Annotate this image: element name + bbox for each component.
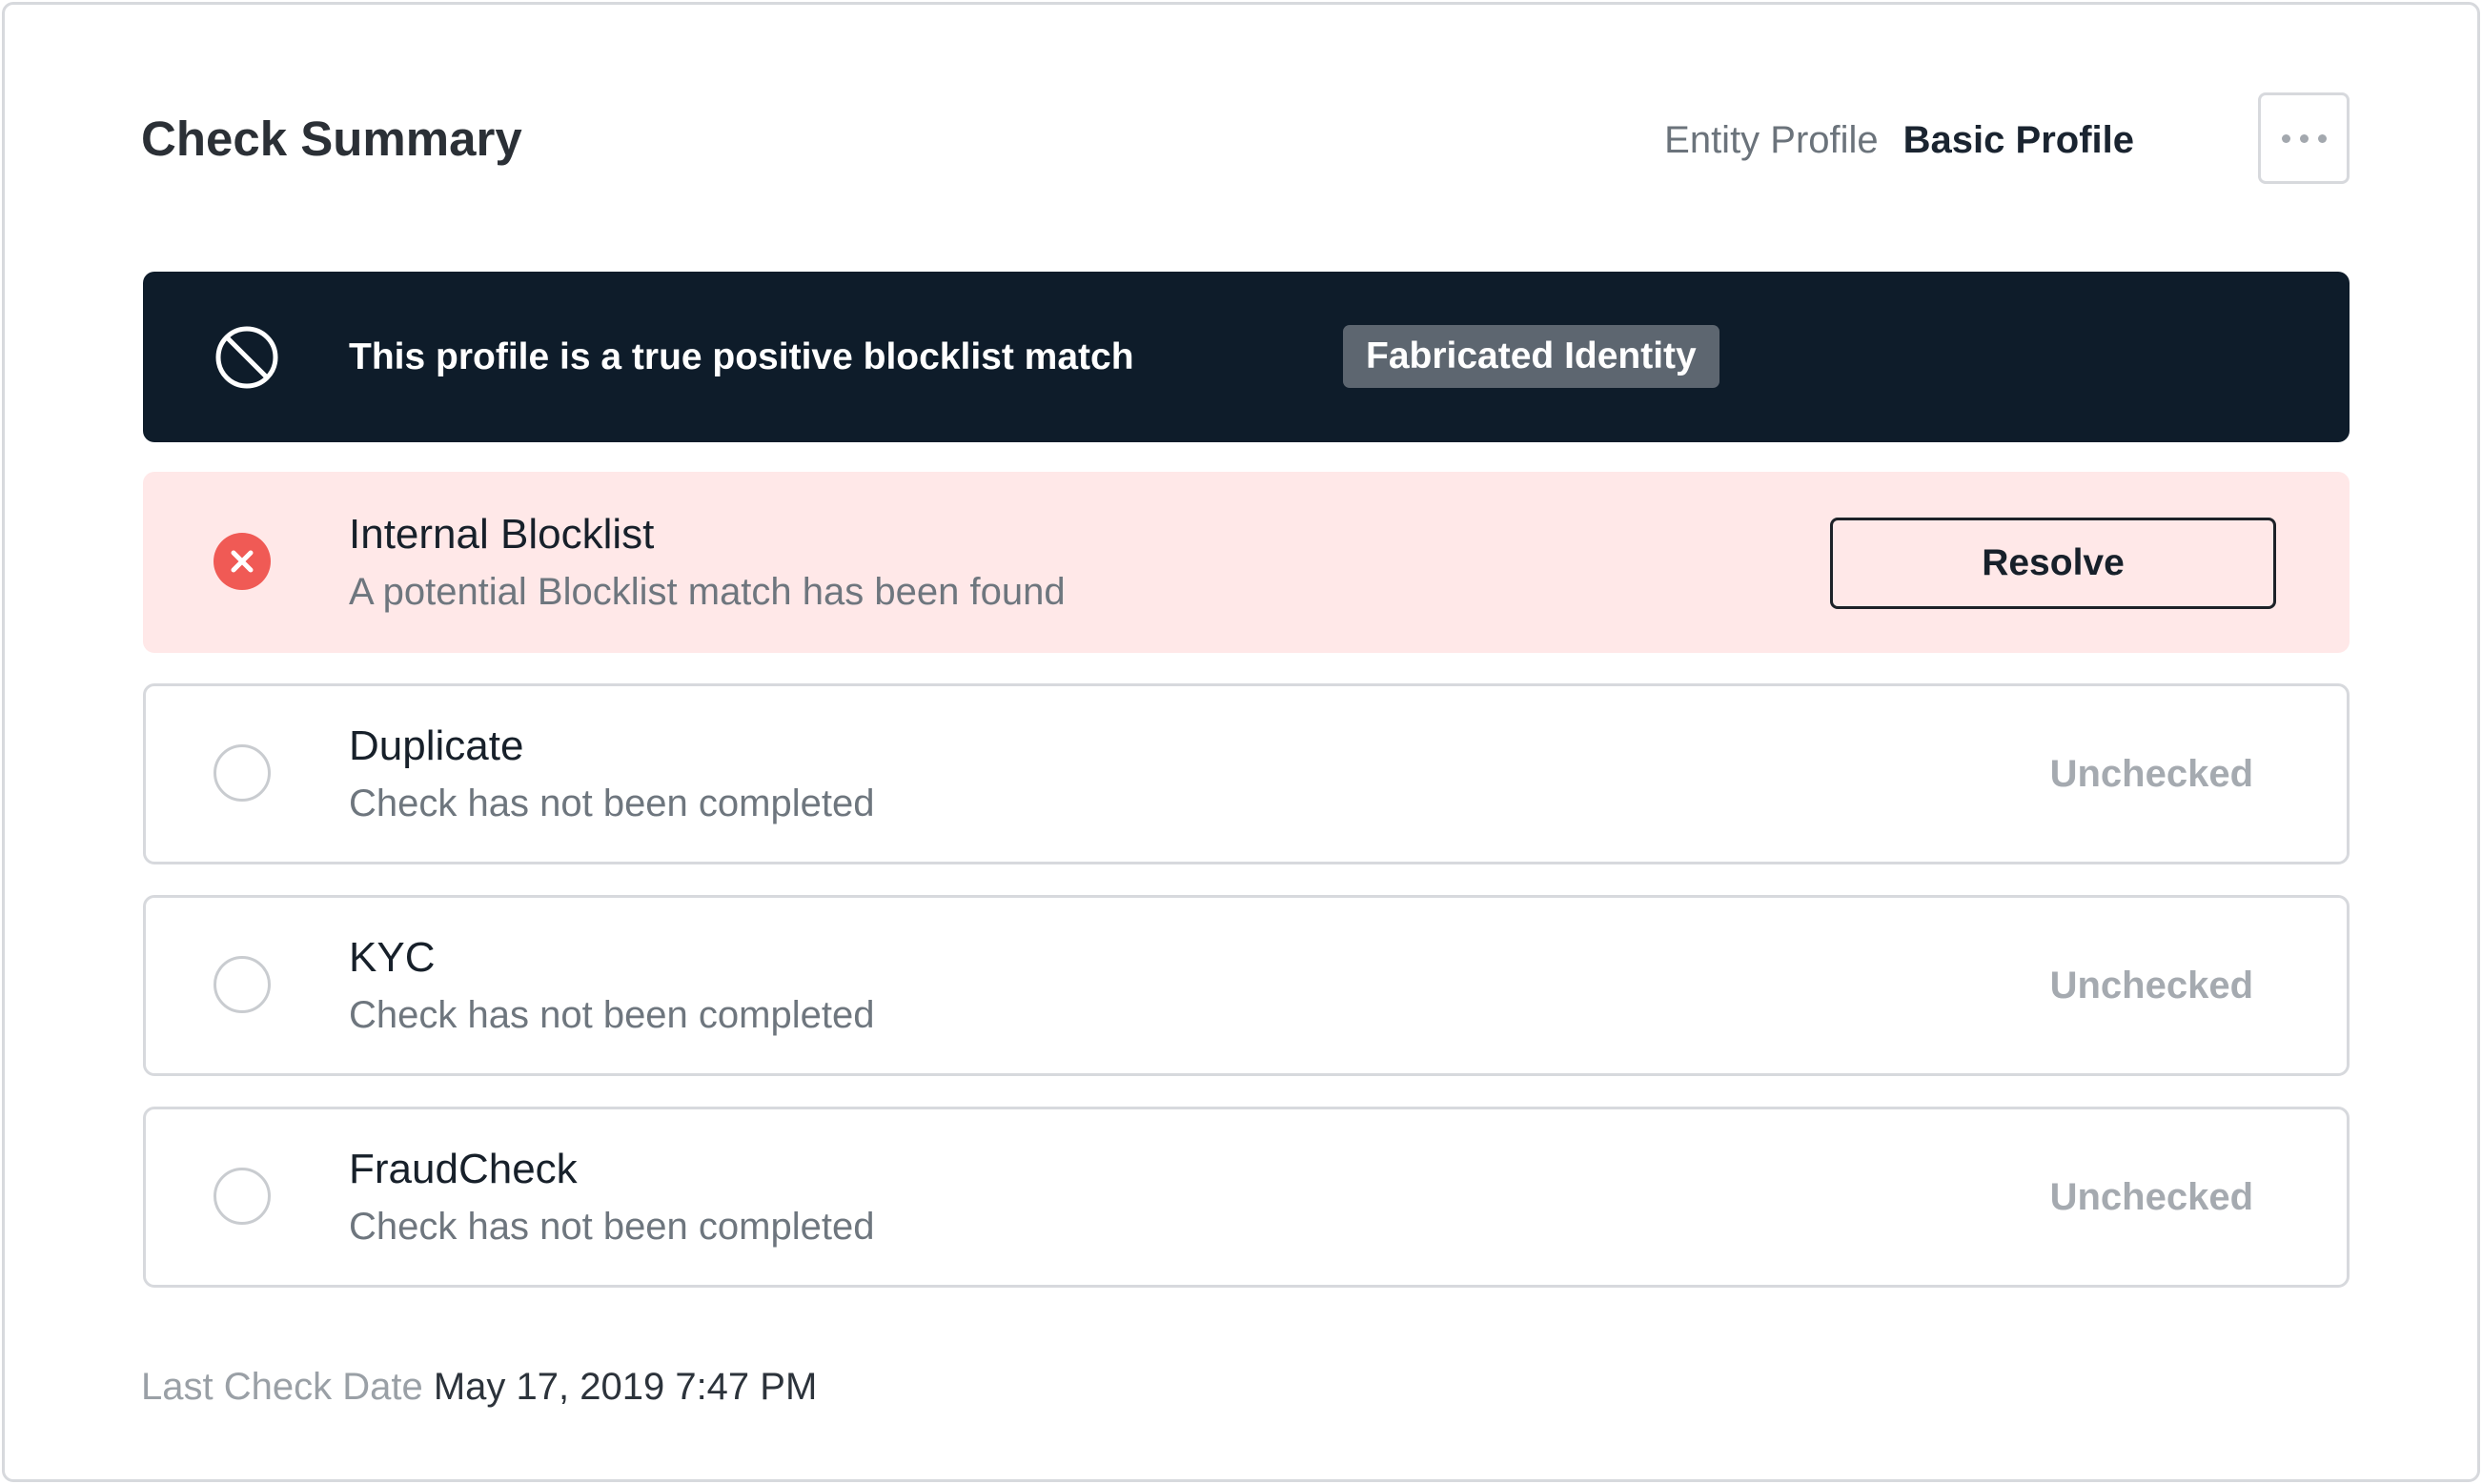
- check-status: Unchecked: [2049, 965, 2253, 1006]
- check-name: KYC: [349, 934, 436, 981]
- check-fraudcheck: FraudCheck Check has not been completed …: [143, 1107, 2350, 1288]
- more-horizontal-icon: [2317, 133, 2327, 143]
- check-kyc: KYC Check has not been completed Uncheck…: [143, 895, 2350, 1076]
- check-summary-card: Check Summary Entity Profile Basic Profi…: [2, 2, 2480, 1482]
- tab-basic-profile[interactable]: Basic Profile: [1903, 113, 2134, 167]
- banner-message: This profile is a true positive blocklis…: [349, 336, 1134, 377]
- last-check-date: Last Check Date May 17, 2019 7:47 PM: [141, 1360, 817, 1413]
- check-description: Check has not been completed: [349, 1206, 875, 1248]
- last-check-date-value: May 17, 2019 7:47 PM: [433, 1366, 818, 1408]
- blocked-icon: [215, 326, 278, 389]
- more-horizontal-icon: [2299, 133, 2309, 143]
- check-duplicate: Duplicate Check has not been completed U…: [143, 683, 2350, 864]
- check-internal-blocklist: Internal Blocklist A potential Blocklist…: [143, 472, 2350, 653]
- check-description: Check has not been completed: [349, 783, 875, 824]
- more-options-button[interactable]: [2258, 92, 2350, 184]
- page-title: Check Summary: [141, 112, 522, 166]
- empty-circle-icon: [214, 744, 271, 802]
- error-circle-icon: [214, 533, 271, 590]
- last-check-date-label: Last Check Date: [141, 1366, 423, 1408]
- more-horizontal-icon: [2281, 133, 2290, 143]
- empty-circle-icon: [214, 1168, 271, 1225]
- reason-tag: Fabricated Identity: [1343, 325, 1719, 388]
- check-description: A potential Blocklist match has been fou…: [349, 571, 1066, 613]
- empty-circle-icon: [214, 956, 271, 1013]
- profile-tabs: Entity Profile Basic Profile: [1664, 113, 2134, 167]
- resolve-button[interactable]: Resolve: [1830, 518, 2276, 609]
- check-name: Internal Blocklist: [349, 511, 655, 558]
- check-name: FraudCheck: [349, 1146, 578, 1192]
- check-status: Unchecked: [2049, 1176, 2253, 1218]
- check-name: Duplicate: [349, 722, 524, 769]
- check-description: Check has not been completed: [349, 994, 875, 1036]
- blocklist-match-banner: This profile is a true positive blocklis…: [143, 272, 2350, 442]
- tab-entity-profile[interactable]: Entity Profile: [1664, 113, 1879, 167]
- check-status: Unchecked: [2049, 753, 2253, 795]
